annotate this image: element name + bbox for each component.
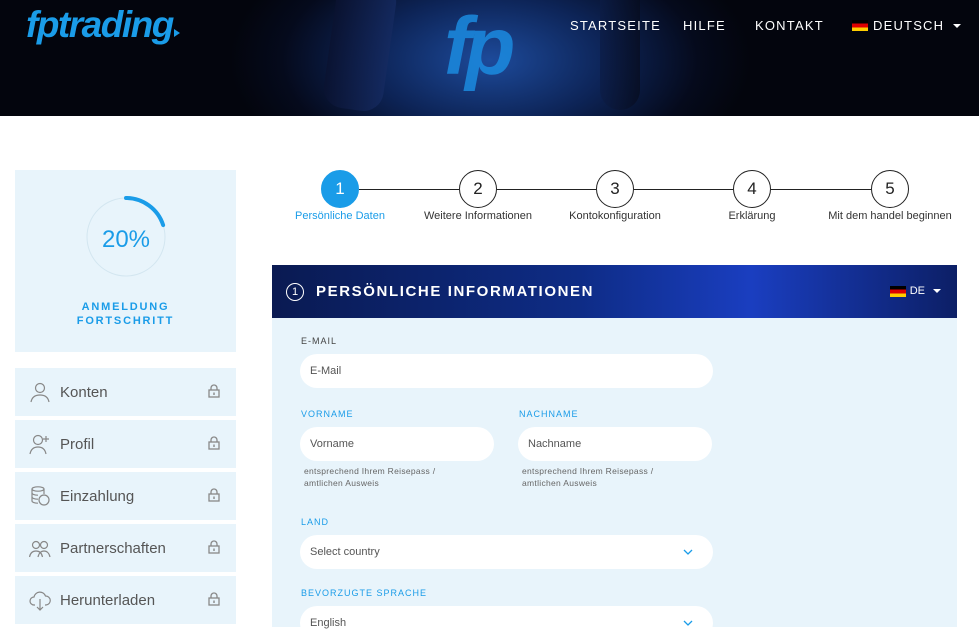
progress-percent: 20% xyxy=(101,226,151,253)
section-title: PERSÖNLICHE INFORMATIONEN xyxy=(316,283,595,300)
coins-icon xyxy=(31,486,50,506)
personal-info-form: E-MAIL VORNAME entsprechend Ihrem Reisep… xyxy=(272,318,957,640)
sidebar-item-partnerschaften[interactable]: Partnerschaften xyxy=(15,524,236,572)
caret-down-icon xyxy=(953,23,962,28)
hero-phone-right xyxy=(600,0,640,110)
step-1-label: Persönliche Daten xyxy=(295,210,385,222)
email-label: E-MAIL xyxy=(301,336,338,346)
preferred-language-value: English xyxy=(310,617,347,629)
step-5-circle[interactable]: 5 xyxy=(871,170,909,208)
step-3-circle[interactable]: 3 xyxy=(596,170,634,208)
sidebar-item-label: Herunterladen xyxy=(60,591,156,609)
step-2-label: Weitere Informationen xyxy=(423,210,533,222)
german-flag-icon xyxy=(889,285,906,297)
step-3-label: Kontokonfiguration xyxy=(569,210,661,222)
site-header: fptrading fp STARTSEITE HILFE KONTAKT DE… xyxy=(0,0,979,116)
sidebar-item-label: Profil xyxy=(60,435,95,453)
lastname-label: NACHNAME xyxy=(519,409,579,419)
lock-icon xyxy=(208,384,220,398)
step-connector xyxy=(771,189,871,190)
progress-label-line2: FORTSCHRITT xyxy=(76,315,175,327)
lastname-field[interactable] xyxy=(518,427,712,461)
email-field[interactable] xyxy=(300,354,713,388)
lock-icon xyxy=(208,488,220,502)
brand-logo[interactable]: fptrading xyxy=(26,4,180,46)
firstname-label: VORNAME xyxy=(301,409,354,419)
form-section-header: 1 PERSÖNLICHE INFORMATIONEN DE xyxy=(272,265,957,318)
user-plus-icon xyxy=(29,434,49,455)
users-icon xyxy=(29,540,51,558)
step-connector xyxy=(497,189,596,190)
step-connector xyxy=(359,189,459,190)
sidebar-item-einzahlung[interactable]: Einzahlung xyxy=(15,472,236,520)
user-icon xyxy=(30,382,50,403)
lock-icon xyxy=(208,436,220,450)
progress-label-line1: ANMELDUNG xyxy=(81,301,170,313)
firstname-field[interactable] xyxy=(300,427,494,461)
sidebar-item-konten[interactable]: Konten xyxy=(15,368,236,416)
registration-progress-panel: 20% ANMELDUNG FORTSCHRITT xyxy=(15,170,236,352)
form-language-label: DE xyxy=(909,285,925,297)
sidebar-item-herunterladen[interactable]: Herunterladen xyxy=(15,576,236,624)
preferred-language-label: BEVORZUGTE SPRACHE xyxy=(301,588,428,598)
language-label: DEUTSCH xyxy=(873,18,945,33)
nav-startseite[interactable]: STARTSEITE xyxy=(570,18,661,33)
step-connector xyxy=(634,189,733,190)
hero-logo-mark: fp xyxy=(444,1,515,92)
step-4-label: Erklärung xyxy=(728,210,776,222)
progress-label: ANMELDUNG FORTSCHRITT xyxy=(15,300,236,328)
step-5-label: Mit dem handel beginnen xyxy=(828,210,952,222)
lock-icon xyxy=(208,540,220,554)
sidebar-item-label: Partnerschaften xyxy=(60,539,166,557)
language-dropdown[interactable]: DEUTSCH xyxy=(852,18,962,33)
form-language-dropdown[interactable]: DE xyxy=(889,285,941,297)
country-label: LAND xyxy=(301,517,330,527)
country-select[interactable]: Select country xyxy=(300,535,713,569)
chevron-down-icon xyxy=(683,549,693,555)
step-1-circle[interactable]: 1 xyxy=(321,170,359,208)
section-number-badge: 1 xyxy=(286,282,304,301)
cloud-download-icon xyxy=(29,591,51,611)
lastname-hint: entsprechend Ihrem Reisepass / amtlichen… xyxy=(522,466,654,488)
step-2-circle[interactable]: 2 xyxy=(459,170,497,208)
sidebar-item-profil[interactable]: Profil xyxy=(15,420,236,468)
sidebar-item-label: Konten xyxy=(60,383,108,401)
nav-hilfe[interactable]: HILFE xyxy=(683,18,726,33)
step-4-circle[interactable]: 4 xyxy=(733,170,771,208)
firstname-hint: entsprechend Ihrem Reisepass / amtlichen… xyxy=(304,466,436,488)
country-select-value: Select country xyxy=(310,546,380,558)
german-flag-icon xyxy=(852,20,868,31)
caret-down-icon xyxy=(933,289,941,293)
nav-kontakt[interactable]: KONTAKT xyxy=(755,18,824,33)
sidebar-item-label: Einzahlung xyxy=(60,487,135,505)
hero-phone-left xyxy=(321,0,399,114)
lock-icon xyxy=(208,592,220,606)
preferred-language-select[interactable]: English xyxy=(300,606,713,640)
